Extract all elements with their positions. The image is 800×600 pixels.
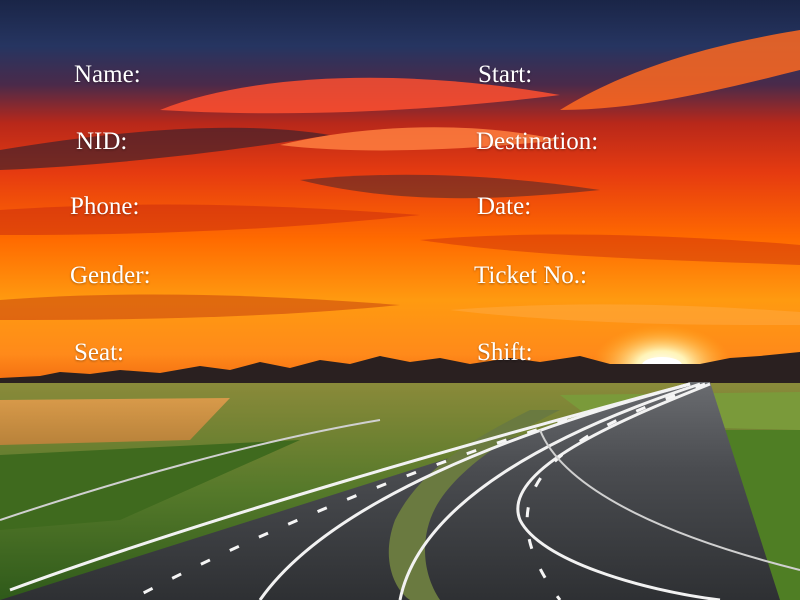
name-label: Name: — [74, 61, 141, 88]
nid-label: NID: — [76, 128, 128, 155]
gender-label: Gender: — [70, 262, 151, 289]
seat-label: Seat: — [74, 339, 124, 366]
start-label: Start: — [478, 61, 533, 88]
sunset-highway-background — [0, 0, 800, 600]
ticket-form: Name: NID: Phone: Gender: Seat: Start: D… — [0, 0, 800, 600]
shift-label: Shift: — [477, 339, 533, 366]
phone-label: Phone: — [70, 193, 140, 220]
ticket-number-label: Ticket No.: — [474, 262, 587, 289]
destination-label: Destination: — [476, 128, 599, 155]
date-label: Date: — [477, 193, 532, 220]
